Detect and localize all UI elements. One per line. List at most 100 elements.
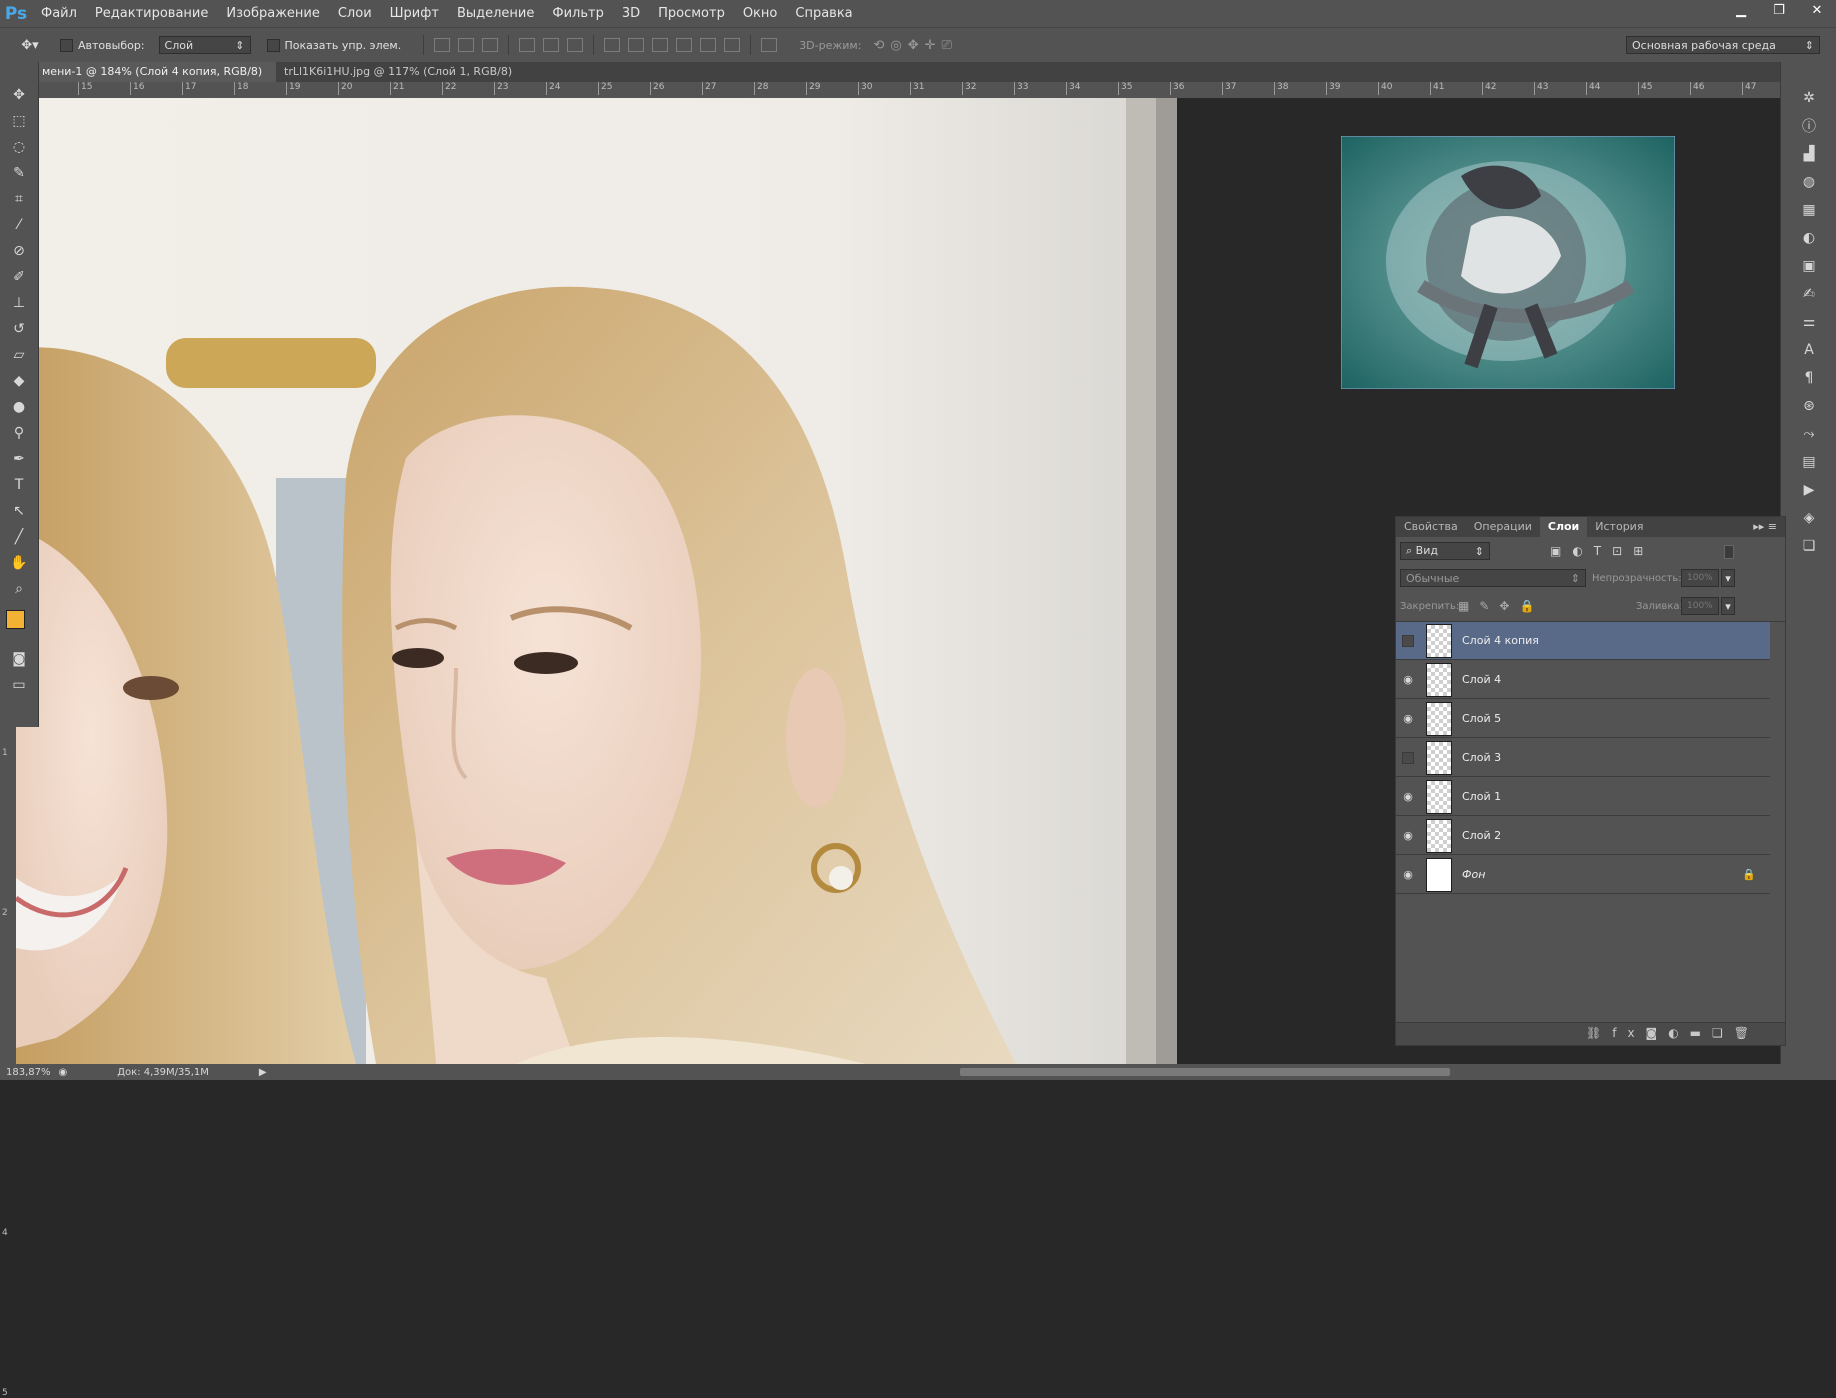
workspace-dropdown[interactable]: Основная рабочая среда ⇕: [1626, 36, 1820, 54]
quick-select-tool-icon[interactable]: ✎: [0, 160, 38, 186]
distribute-bottom-icon[interactable]: [652, 38, 669, 52]
opacity-field[interactable]: 100%: [1681, 569, 1719, 587]
info-icon[interactable]: ⓘ: [1781, 112, 1836, 140]
move-tool-icon[interactable]: ✥: [0, 82, 38, 108]
align-bottom-icon[interactable]: [482, 38, 499, 52]
eye-icon[interactable]: ◉: [1396, 856, 1420, 894]
styles-icon[interactable]: ▣: [1781, 252, 1836, 280]
menu-item-3[interactable]: Слои: [329, 0, 381, 27]
fill-field[interactable]: 100%: [1681, 597, 1719, 615]
layer-name[interactable]: Слой 5: [1462, 712, 1501, 725]
layer-filter-dropdown[interactable]: ⌕ Вид ⇕: [1400, 542, 1490, 560]
panel-tab-2[interactable]: Слои: [1539, 517, 1588, 537]
menu-item-8[interactable]: Просмотр: [649, 0, 734, 27]
layer-thumbnail[interactable]: [1426, 740, 1452, 775]
tool-presets-icon[interactable]: ⚌: [1781, 308, 1836, 336]
history-brush-tool-icon[interactable]: ↺: [0, 316, 38, 342]
layer-filter-icons[interactable]: ▣◐T⊡⊞: [1550, 544, 1654, 558]
path-select-tool-icon[interactable]: ↖: [0, 498, 38, 524]
brush-tool-icon[interactable]: ✐: [0, 264, 38, 290]
restore-button[interactable]: ❐: [1760, 0, 1798, 20]
align-top-icon[interactable]: [434, 38, 451, 52]
layer-name[interactable]: Слой 3: [1462, 751, 1501, 764]
menu-item-10[interactable]: Справка: [786, 0, 861, 27]
line-tool-icon[interactable]: ╱: [0, 524, 38, 550]
eraser-tool-icon[interactable]: ▱: [0, 342, 38, 368]
hidden-layer-toggle[interactable]: [1396, 622, 1420, 660]
menu-item-0[interactable]: Файл: [32, 0, 86, 27]
autoselect-checkbox[interactable]: [60, 38, 73, 52]
lock-icons[interactable]: ▦✎✥🔒: [1458, 599, 1544, 613]
crop-tool-icon[interactable]: ⌗: [0, 186, 38, 212]
layer-thumbnail[interactable]: [1426, 662, 1452, 697]
layer-row[interactable]: Слой 4 копия: [1396, 622, 1770, 660]
pen-tool-icon[interactable]: ✒: [0, 446, 38, 472]
menu-item-1[interactable]: Редактирование: [86, 0, 217, 27]
filter-toggle[interactable]: [1724, 545, 1734, 559]
quick-mask-icon[interactable]: ◙: [0, 646, 38, 672]
opacity-arrow-icon[interactable]: ▾: [1721, 569, 1735, 587]
adjustments-icon[interactable]: ◐: [1781, 224, 1836, 252]
clone-stamp-tool-icon[interactable]: ⊥: [0, 290, 38, 316]
layer-thumbnail[interactable]: [1426, 779, 1452, 814]
layer-thumbnail[interactable]: [1426, 623, 1452, 658]
layer-footer-icons[interactable]: ⛓fx◙◐▬❏🗑: [1586, 1026, 1760, 1040]
eye-icon[interactable]: ◉: [1396, 661, 1420, 699]
minimize-button[interactable]: ▁: [1722, 0, 1760, 20]
paths-icon[interactable]: ⤳: [1781, 420, 1836, 448]
menu-item-9[interactable]: Окно: [734, 0, 787, 27]
layer-thumbnail[interactable]: [1426, 818, 1452, 853]
navigator-icon[interactable]: ✲: [1781, 84, 1836, 112]
menu-item-5[interactable]: Выделение: [448, 0, 543, 27]
blur-tool-icon[interactable]: ●: [0, 394, 38, 420]
character-icon[interactable]: A: [1781, 336, 1836, 364]
panel-tab-1[interactable]: Операции: [1466, 517, 1540, 537]
layer-name[interactable]: Слой 4: [1462, 673, 1501, 686]
actions-icon[interactable]: ▶: [1781, 476, 1836, 504]
layer-thumbnail[interactable]: [1426, 701, 1452, 736]
autoselect-dropdown[interactable]: Слой ⇕: [158, 36, 251, 54]
histogram-icon[interactable]: ▟: [1781, 140, 1836, 168]
reference-image[interactable]: [1341, 136, 1675, 389]
clone-source-icon[interactable]: ⊛: [1781, 392, 1836, 420]
align-vcenter-icon[interactable]: [458, 38, 475, 52]
hand-tool-icon[interactable]: ✋: [0, 550, 38, 576]
auto-align-icon[interactable]: [761, 38, 778, 52]
distribute-hcenter-icon[interactable]: [700, 38, 717, 52]
close-window-button[interactable]: ✕: [1798, 0, 1836, 20]
status-info-icon[interactable]: ◉: [59, 1067, 68, 1078]
paint-bucket-tool-icon[interactable]: ◆: [0, 368, 38, 394]
distribute-right-icon[interactable]: [724, 38, 741, 52]
panel-tab-3[interactable]: История: [1587, 517, 1651, 537]
brush-presets-icon[interactable]: ✍: [1781, 280, 1836, 308]
fill-arrow-icon[interactable]: ▾: [1721, 597, 1735, 615]
layer-name[interactable]: Фон: [1462, 868, 1485, 881]
layer-comps-icon[interactable]: ❏: [1781, 532, 1836, 560]
layer-row[interactable]: ◉ Слой 5: [1396, 700, 1770, 738]
align-right-icon[interactable]: [567, 38, 584, 52]
panel-tab-0[interactable]: Свойства: [1396, 517, 1466, 537]
move-tool-preset-icon[interactable]: ✥▾: [0, 38, 60, 53]
layer-thumbnail[interactable]: [1426, 857, 1452, 892]
distribute-vcenter-icon[interactable]: [628, 38, 645, 52]
menu-item-2[interactable]: Изображение: [217, 0, 328, 27]
layer-row[interactable]: ◉ Фон 🔒: [1396, 856, 1770, 894]
layer-row[interactable]: ◉ Слой 2: [1396, 817, 1770, 855]
layer-name[interactable]: Слой 4 копия: [1462, 634, 1539, 647]
show-transform-checkbox[interactable]: [266, 38, 280, 52]
layer-row[interactable]: Слой 3: [1396, 739, 1770, 777]
layer-row[interactable]: ◉ Слой 1: [1396, 778, 1770, 816]
blend-mode-dropdown[interactable]: Обычные ⇕: [1400, 569, 1586, 587]
layer-row[interactable]: ◉ Слой 4: [1396, 661, 1770, 699]
panel-menu-icon[interactable]: ▸▸ ≡: [1745, 517, 1785, 537]
eye-icon[interactable]: ◉: [1396, 700, 1420, 738]
swatches-icon[interactable]: ▦: [1781, 196, 1836, 224]
layers-icon[interactable]: ◈: [1781, 504, 1836, 532]
color-icon[interactable]: ◍: [1781, 168, 1836, 196]
align-hcenter-icon[interactable]: [543, 38, 560, 52]
color-swatches[interactable]: [0, 602, 38, 646]
healing-brush-tool-icon[interactable]: ⊘: [0, 238, 38, 264]
zoom-level[interactable]: 183,87%: [6, 1067, 51, 1078]
distribute-left-icon[interactable]: [676, 38, 693, 52]
menu-item-4[interactable]: Шрифт: [381, 0, 448, 27]
